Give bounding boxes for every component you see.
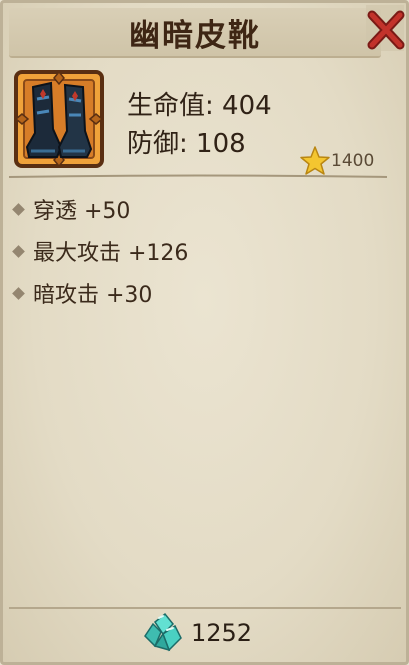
attribute-dark-attack: 暗攻击 +30 [9,277,152,309]
star-icon [300,146,330,175]
star-value: 1400 [331,151,375,171]
footer-divider [9,607,401,609]
gem-icon [144,612,182,652]
attribute-text: 穿透 +50 [33,199,131,224]
divider [9,174,387,178]
bullet-icon [12,202,25,216]
attribute-text: 暗攻击 +30 [33,283,153,308]
title-bar: 幽暗皮靴 [9,8,381,58]
gem-count: 1252 [191,619,253,647]
stat-defense: 防御: 108 [127,129,246,159]
item-name: 幽暗皮靴 [129,17,261,54]
bullet-icon [12,244,25,258]
close-icon[interactable] [360,3,406,55]
stat-hp: 生命值: 404 [127,91,272,121]
attribute-text: 最大攻击 +126 [33,241,189,266]
attribute-max-attack: 最大攻击 +126 [9,235,188,267]
dark-boots-icon [14,70,104,168]
item-card: 幽暗皮靴 生命值: 404 防御: 108 1400 穿透 +50 最大攻击 +… [0,0,409,665]
bullet-icon [12,286,25,300]
attribute-penetration: 穿透 +50 [9,193,130,225]
star-rating: 1400 [299,145,374,177]
